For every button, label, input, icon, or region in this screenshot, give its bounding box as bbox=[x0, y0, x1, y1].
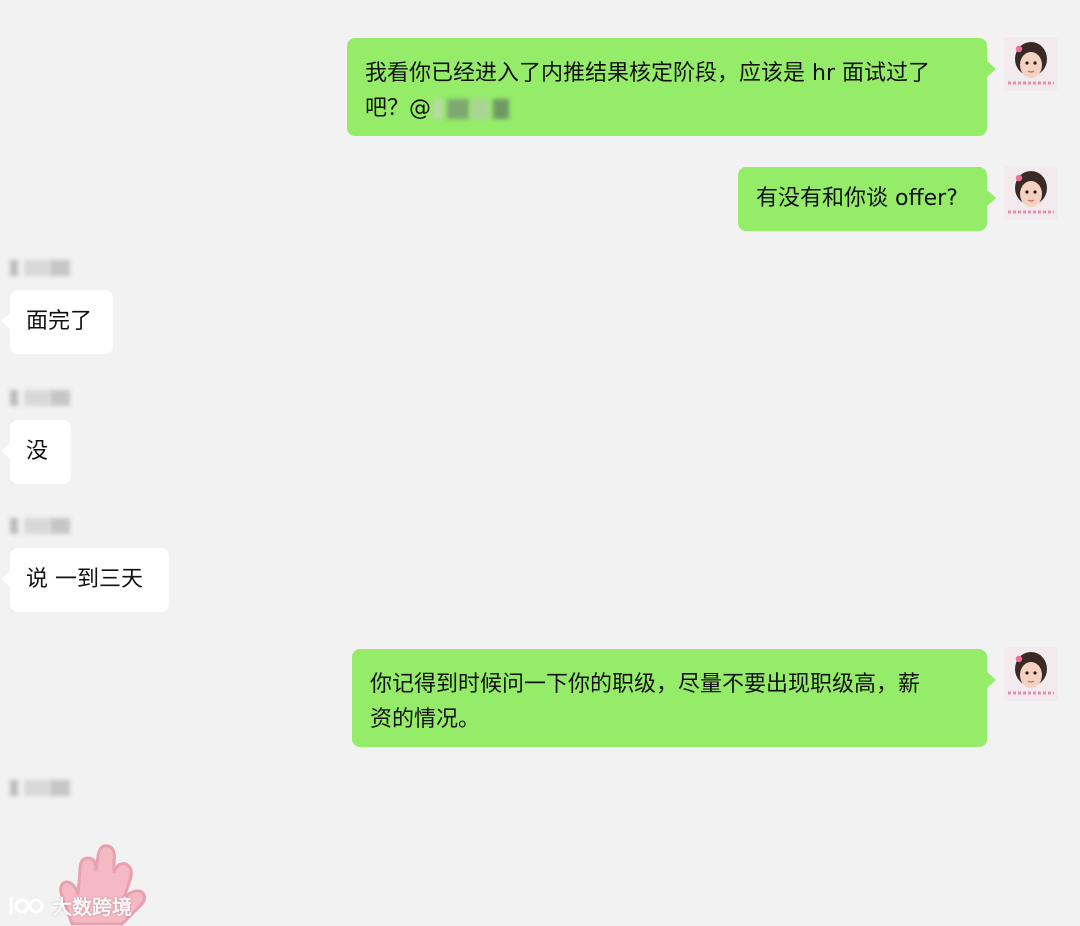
message-bubble-outgoing[interactable]: 你记得到时候问一下你的职级，尽量不要出现职级高，薪 资的情况。 bbox=[352, 649, 996, 747]
sender-name-blurred bbox=[10, 386, 76, 410]
girl-photo-avatar-icon bbox=[1004, 166, 1058, 220]
girl-photo-avatar-icon bbox=[1004, 37, 1058, 91]
message-bubble-incoming[interactable]: 面完了 bbox=[1, 290, 113, 354]
sender-name-blurred bbox=[10, 256, 76, 280]
message-text: 面完了 bbox=[26, 309, 93, 334]
message-text: 有没有和你谈 offer? bbox=[756, 186, 958, 211]
message-bubble-incoming[interactable]: 没 bbox=[1, 420, 71, 484]
watermark-text: 大数跨境 bbox=[52, 895, 132, 919]
avatar[interactable] bbox=[1004, 647, 1058, 701]
message-text: 没 bbox=[26, 439, 49, 464]
girl-photo-avatar-icon bbox=[1004, 647, 1058, 701]
sender-name-blurred bbox=[10, 514, 76, 538]
avatar[interactable] bbox=[1004, 37, 1058, 91]
brand-logo-icon bbox=[9, 896, 44, 915]
message-text-line: 我看你已经进入了内推结果核定阶段，应该是 hr 面试过了 bbox=[365, 61, 930, 86]
watermark: 大数跨境 bbox=[8, 891, 132, 920]
message-text-line: 你记得到时候问一下你的职级，尽量不要出现职级高，薪 bbox=[370, 672, 921, 697]
message-bubble-outgoing[interactable]: 有没有和你谈 offer? bbox=[738, 167, 996, 231]
message-text: 说 一到三天 bbox=[26, 567, 143, 592]
message-text-line: 吧？@ bbox=[365, 91, 969, 126]
message-bubble-incoming[interactable]: 说 一到三天 bbox=[1, 548, 169, 612]
sender-name-blurred bbox=[10, 776, 76, 800]
message-text-line: 资的情况。 bbox=[370, 707, 481, 732]
avatar[interactable] bbox=[1004, 166, 1058, 220]
message-bubble-outgoing[interactable]: 我看你已经进入了内推结果核定阶段，应该是 hr 面试过了 吧？@ bbox=[347, 38, 996, 136]
blurred-mention bbox=[433, 96, 519, 122]
